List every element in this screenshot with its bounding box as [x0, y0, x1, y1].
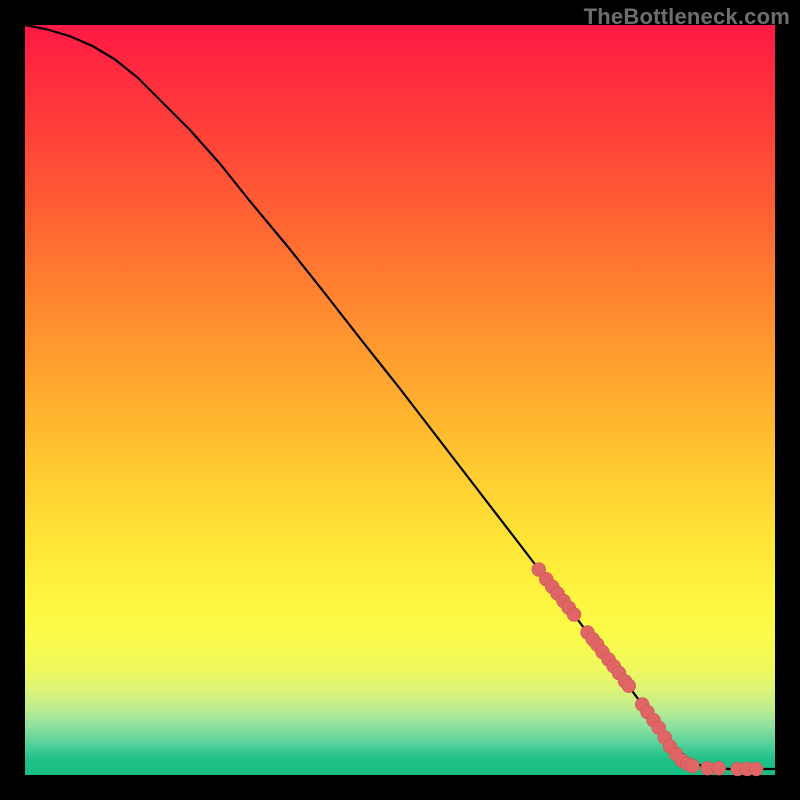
plot-area [25, 25, 775, 775]
data-marker [712, 761, 726, 775]
chart-svg [25, 25, 775, 775]
data-marker [622, 679, 636, 693]
marker-layer [532, 563, 764, 777]
curve-layer [25, 25, 775, 769]
bottleneck-curve [25, 25, 775, 769]
data-marker [567, 608, 581, 622]
data-marker [749, 762, 763, 776]
data-marker [686, 759, 700, 773]
chart-frame: TheBottleneck.com [0, 0, 800, 800]
